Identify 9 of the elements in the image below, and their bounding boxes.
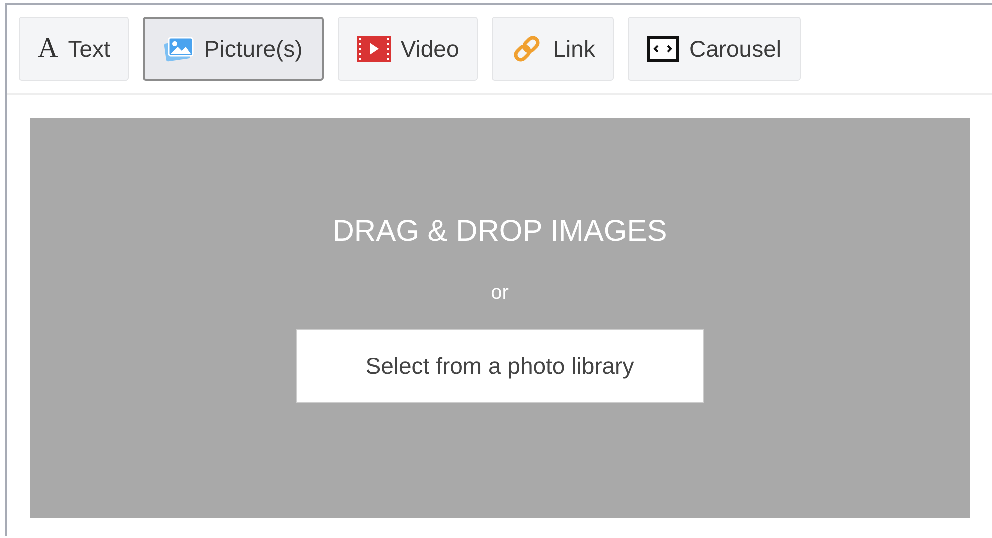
toolbar-button[interactable]: Link <box>492 17 614 81</box>
or-text: or <box>491 282 509 305</box>
serif-letter-icon: A <box>38 33 58 65</box>
select-library-button[interactable]: Select from a photo library <box>296 329 704 403</box>
toolbar-button[interactable]: Video <box>338 17 478 81</box>
drop-heading: DRAG & DROP IMAGES <box>332 215 668 249</box>
toolbar-button[interactable]: Picture(s) <box>143 17 324 81</box>
toolbar-button[interactable]: A Text <box>19 17 130 81</box>
toolbar-button[interactable]: Carousel <box>628 17 800 81</box>
